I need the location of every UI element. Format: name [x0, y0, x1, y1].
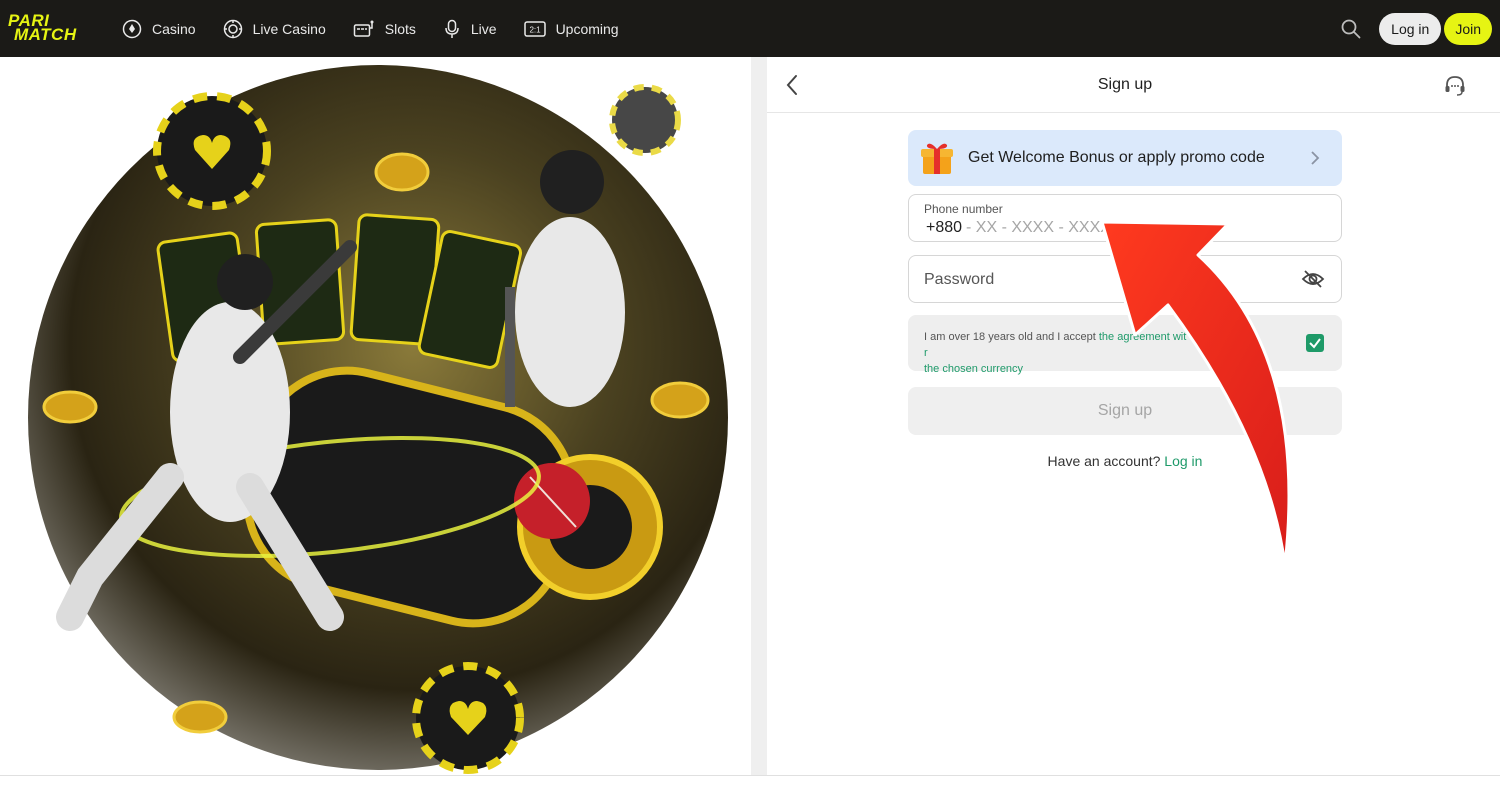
- consent-prefix: I am over 18 years old and I accept: [924, 331, 1099, 343]
- slot-icon: [353, 20, 374, 37]
- nav-item-upcoming[interactable]: 2:1 Upcoming: [523, 0, 619, 57]
- consent-text: I am over 18 years old and I accept the …: [924, 329, 1294, 377]
- have-account-text: Have an account?: [1047, 453, 1161, 469]
- signup-title: Sign up: [1097, 76, 1153, 93]
- login-link[interactable]: Log in: [1164, 453, 1202, 469]
- currency-link[interactable]: the chosen currency: [924, 363, 1023, 375]
- main-nav: Casino Live Casino Slots Live 2:1 Upcomi…: [122, 0, 646, 57]
- nav-label-upcoming: Upcoming: [555, 20, 619, 37]
- casino-icon: [122, 19, 142, 38]
- password-input[interactable]: Password: [924, 271, 994, 289]
- logo-line-2: MATCH: [14, 25, 77, 44]
- gift-icon: [921, 143, 953, 174]
- search-icon[interactable]: [1340, 18, 1362, 40]
- join-button[interactable]: Join: [1444, 13, 1492, 45]
- scoreboard-icon: 2:1: [523, 20, 546, 37]
- checkmark-icon: [1309, 338, 1321, 349]
- have-account-row: Have an account? Log in: [767, 453, 1483, 469]
- nav-item-slots[interactable]: Slots: [353, 0, 416, 57]
- welcome-bonus-banner[interactable]: Get Welcome Bonus or apply promo code: [908, 130, 1342, 186]
- support-headset-icon[interactable]: [1443, 74, 1467, 98]
- agreement-link[interactable]: the agreement wit: [1099, 331, 1186, 343]
- nav-label-live: Live: [470, 20, 497, 37]
- password-field[interactable]: Password: [908, 255, 1342, 303]
- consent-checkbox[interactable]: [1306, 334, 1324, 352]
- scoreboard-text: 2:1: [529, 25, 541, 34]
- chip-icon: [223, 19, 242, 38]
- nav-item-casino[interactable]: Casino: [122, 0, 196, 57]
- agreement-link-tail[interactable]: r: [924, 347, 928, 359]
- bonus-text: Get Welcome Bonus or apply promo code: [968, 149, 1265, 166]
- header-actions: Log in Join: [1340, 13, 1492, 45]
- panel-divider: [751, 57, 767, 775]
- top-navbar: PARI MATCH Casino Live Casino Slots Live…: [0, 0, 1500, 57]
- page: PARI MATCH Casino Live Casino Slots Live…: [0, 0, 1500, 800]
- microphone-icon: [445, 19, 459, 38]
- nav-item-live-casino[interactable]: Live Casino: [223, 0, 326, 57]
- nav-item-live[interactable]: Live: [443, 0, 497, 57]
- phone-number-field[interactable]: Phone number +880 - XX - XXXX - XXXX: [908, 194, 1342, 242]
- nav-label-live-casino: Live Casino: [252, 20, 326, 37]
- login-button[interactable]: Log in: [1379, 13, 1442, 45]
- promo-illustration: [42, 84, 710, 774]
- nav-label-casino: Casino: [152, 20, 196, 37]
- nav-label-slots: Slots: [384, 20, 416, 37]
- signup-submit-button[interactable]: Sign up: [908, 387, 1342, 435]
- signup-header: Sign up: [767, 57, 1500, 113]
- consent-box: I am over 18 years old and I accept the …: [908, 315, 1342, 375]
- phone-number-label: Phone number: [924, 202, 1003, 216]
- parimatch-logo[interactable]: PARI MATCH: [8, 12, 98, 44]
- signup-panel: Sign up Get Welcome Bonus or apply promo…: [767, 57, 1500, 775]
- eye-off-icon[interactable]: [1301, 268, 1325, 290]
- bottom-strip: [0, 775, 1500, 800]
- phone-country-code[interactable]: +880: [926, 219, 962, 237]
- promo-artwork: [0, 57, 751, 775]
- phone-number-input[interactable]: - XX - XXXX - XXXX: [966, 219, 1111, 237]
- chevron-right-icon: [1311, 151, 1320, 165]
